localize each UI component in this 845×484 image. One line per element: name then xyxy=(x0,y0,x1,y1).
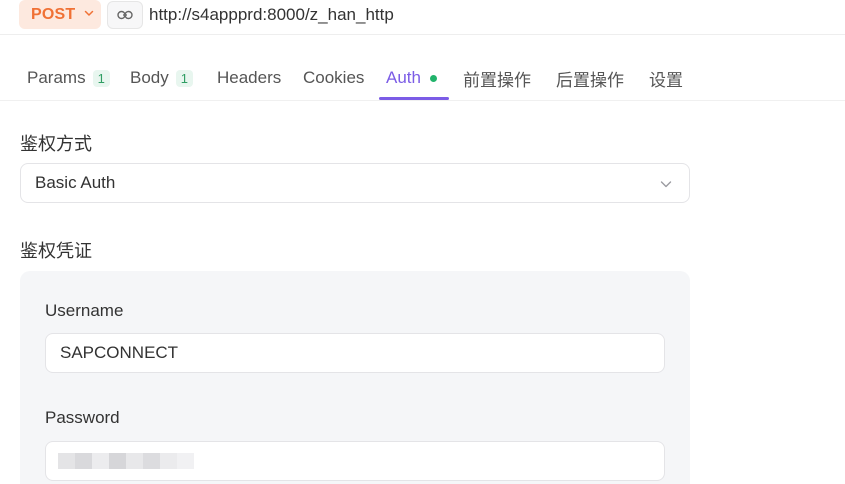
tab-settings[interactable]: 设置 xyxy=(649,55,683,101)
auth-method-value: Basic Auth xyxy=(35,173,116,192)
tab-headers[interactable]: Headers xyxy=(217,55,281,101)
tab-badge: 1 xyxy=(92,69,110,87)
url-input[interactable]: http://s4appprd:8000/z_han_http xyxy=(149,5,394,25)
tab-label: 设置 xyxy=(649,70,683,90)
status-dot-icon xyxy=(429,74,437,82)
tab-label: 后置操作 xyxy=(556,70,624,90)
chevron-down-icon xyxy=(84,10,94,16)
username-label: Username xyxy=(45,301,124,320)
method-label: POST xyxy=(31,5,76,23)
api-request-editor: POST http://s4appprd:8000/z_han_http Par… xyxy=(0,0,845,484)
active-tab-indicator xyxy=(379,97,449,100)
tab-label: Auth xyxy=(386,68,421,87)
url-bar: POST http://s4appprd:8000/z_han_http xyxy=(0,0,845,35)
link-button[interactable] xyxy=(107,1,143,29)
link-icon xyxy=(117,10,133,20)
password-label: Password xyxy=(45,408,120,427)
chevron-down-icon xyxy=(660,181,672,188)
tab-badge: 1 xyxy=(175,69,193,87)
username-field[interactable]: SAPCONNECT xyxy=(45,333,665,373)
auth-method-label: 鉴权方式 xyxy=(20,134,92,154)
tab-cookies[interactable]: Cookies xyxy=(303,55,364,101)
tab-auth[interactable]: Auth xyxy=(386,55,437,101)
tab-body[interactable]: Body 1 xyxy=(130,55,193,101)
tab-label: 前置操作 xyxy=(463,70,531,90)
request-tabs: Params 1 Body 1 Headers Cookies Auth 前置操… xyxy=(0,55,845,101)
tab-pre-request[interactable]: 前置操作 xyxy=(463,55,531,101)
tab-params[interactable]: Params 1 xyxy=(27,55,110,101)
auth-method-select[interactable]: Basic Auth xyxy=(20,163,690,203)
tab-label: Params xyxy=(27,68,86,87)
tab-label: Headers xyxy=(217,68,282,87)
password-masked-value xyxy=(58,453,194,469)
tab-post-request[interactable]: 后置操作 xyxy=(556,55,624,101)
tab-label: Body xyxy=(130,68,169,87)
method-select[interactable]: POST xyxy=(19,0,101,29)
username-value: SAPCONNECT xyxy=(60,343,179,362)
tab-label: Cookies xyxy=(303,68,365,87)
credentials-label: 鉴权凭证 xyxy=(20,241,92,261)
